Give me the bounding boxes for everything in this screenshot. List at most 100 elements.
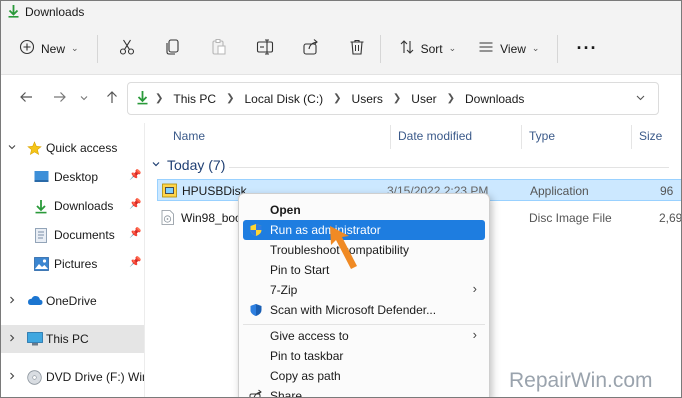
chevron-right-icon[interactable]: ❯ <box>226 93 234 104</box>
disc-image-icon <box>161 210 176 225</box>
menu-item-label: Open <box>270 203 301 217</box>
forward-button[interactable] <box>45 84 75 114</box>
breadcrumb-downloads[interactable]: Downloads <box>465 92 524 106</box>
download-arrow-icon <box>136 90 149 108</box>
watermark: RepairWin.com <box>509 369 653 392</box>
group-header-today[interactable]: Today (7) <box>151 157 225 173</box>
chevron-down-icon <box>79 90 89 108</box>
delete-button[interactable] <box>340 33 374 65</box>
chevron-right-icon[interactable]: ❯ <box>447 93 455 104</box>
defender-shield-icon <box>249 303 263 317</box>
chevron-down-icon[interactable] <box>7 142 17 155</box>
breadcrumb-local-disk[interactable]: Local Disk (C:) <box>244 92 323 106</box>
breadcrumb-user[interactable]: User <box>411 92 436 106</box>
menu-item-label: 7-Zip <box>270 283 298 297</box>
column-divider[interactable] <box>521 125 522 149</box>
menu-item-troubleshoot-compatibility[interactable]: Troubleshoot compatibility <box>243 240 485 260</box>
chevron-right-icon[interactable]: ❯ <box>393 93 401 104</box>
down-history-button[interactable] <box>75 84 93 114</box>
column-header-type[interactable]: Type <box>529 129 555 143</box>
menu-item-label: Scan with Microsoft Defender... <box>270 303 437 317</box>
menu-item-pin-to-taskbar[interactable]: Pin to taskbar <box>243 346 485 366</box>
sort-icon <box>399 39 415 58</box>
cloud-icon <box>27 294 43 308</box>
application-icon <box>162 183 177 198</box>
address-bar[interactable]: ❯ This PC ❯ Local Disk (C:) ❯ Users ❯ Us… <box>127 82 659 115</box>
menu-item-run-as-administrator[interactable]: Run as administrator <box>243 220 485 240</box>
menu-item-pin-to-start[interactable]: Pin to Start <box>243 260 485 280</box>
file-size: 96 <box>660 184 674 198</box>
menu-item-give-access[interactable]: Give access to › <box>243 326 485 346</box>
toolbar-divider <box>379 34 381 63</box>
chevron-right-icon[interactable] <box>7 371 17 384</box>
pin-icon: 📌 <box>129 257 142 268</box>
pin-icon: 📌 <box>129 170 142 181</box>
share-button[interactable] <box>294 33 328 65</box>
breadcrumb: ❯ This PC ❯ Local Disk (C:) ❯ Users ❯ Us… <box>149 92 524 106</box>
sidebar-item-downloads[interactable]: Downloads 📌 <box>1 192 144 220</box>
toolbar-divider <box>557 34 559 63</box>
command-bar: New ⌄ Sort ⌄ View ⌄ ··· <box>1 23 681 75</box>
column-header-name[interactable]: Name <box>173 129 205 143</box>
sort-button[interactable]: Sort ⌄ <box>393 33 463 65</box>
menu-item-label: Share <box>270 389 303 398</box>
file-size: 2,690 <box>659 211 682 225</box>
menu-item-scan-defender[interactable]: Scan with Microsoft Defender... <box>243 300 485 320</box>
sidebar-item-label: Downloads <box>54 199 114 213</box>
title-bar: Downloads <box>1 1 681 23</box>
sidebar-item-this-pc[interactable]: This PC <box>1 325 144 353</box>
more-icon: ··· <box>576 38 598 58</box>
address-history-button[interactable] <box>635 92 646 106</box>
column-divider[interactable] <box>390 125 391 149</box>
pictures-icon <box>34 257 49 271</box>
file-type: Disc Image File <box>529 211 612 225</box>
trash-icon <box>348 38 366 59</box>
up-button[interactable] <box>97 84 127 114</box>
sidebar-item-desktop[interactable]: Desktop 📌 <box>1 163 144 191</box>
rename-button[interactable] <box>248 33 282 65</box>
sidebar-item-label: Desktop <box>54 170 99 184</box>
sidebar-item-documents[interactable]: Documents 📌 <box>1 221 144 249</box>
breadcrumb-this-pc[interactable]: This PC <box>173 92 216 106</box>
column-divider[interactable] <box>631 125 632 149</box>
copy-button[interactable] <box>156 33 190 65</box>
new-plus-icon <box>19 39 35 58</box>
chevron-right-icon: › <box>472 281 477 296</box>
file-explorer-window: Downloads New ⌄ Sort ⌄ View ⌄ ··· ❯ This… <box>0 0 682 398</box>
sort-button-label: Sort <box>420 41 443 56</box>
sidebar-item-dvd-drive[interactable]: DVD Drive (F:) Win98 <box>1 363 162 391</box>
back-button[interactable] <box>11 84 41 114</box>
arrow-left-icon <box>19 90 33 109</box>
menu-item-7zip[interactable]: 7-Zip › <box>243 280 485 300</box>
menu-item-copy-as-path[interactable]: Copy as path <box>243 366 485 386</box>
column-header-date[interactable]: Date modified <box>398 129 472 143</box>
sidebar-item-label: Quick access <box>46 141 118 155</box>
paste-button[interactable] <box>202 33 236 65</box>
menu-item-label: Copy as path <box>270 369 341 383</box>
share-icon <box>302 38 320 59</box>
chevron-right-icon[interactable] <box>7 295 17 308</box>
sidebar-item-label: Pictures <box>54 257 98 271</box>
pin-icon: 📌 <box>129 228 142 239</box>
new-button-label: New <box>41 41 66 56</box>
toolbar-divider <box>96 34 98 63</box>
breadcrumb-users[interactable]: Users <box>352 92 383 106</box>
sidebar-item-pictures[interactable]: Pictures 📌 <box>1 250 144 278</box>
star-icon <box>27 141 42 156</box>
new-button[interactable]: New ⌄ <box>13 33 85 65</box>
view-button[interactable]: View ⌄ <box>472 33 545 65</box>
share-icon <box>249 389 263 397</box>
computer-icon <box>27 332 43 346</box>
chevron-down-icon: ⌄ <box>448 43 457 53</box>
menu-item-share[interactable]: Share <box>243 386 485 398</box>
paste-icon <box>210 38 228 59</box>
more-options-button[interactable]: ··· <box>570 33 603 65</box>
menu-item-open[interactable]: Open <box>243 200 485 220</box>
sidebar-item-quick-access[interactable]: Quick access <box>1 134 144 162</box>
column-header-size[interactable]: Size <box>639 129 662 143</box>
address-row: ❯ This PC ❯ Local Disk (C:) ❯ Users ❯ Us… <box>1 75 681 123</box>
chevron-right-icon[interactable]: ❯ <box>333 93 341 104</box>
chevron-right-icon[interactable] <box>7 333 17 346</box>
cut-button[interactable] <box>110 33 144 65</box>
sidebar-item-onedrive[interactable]: OneDrive <box>1 287 144 315</box>
